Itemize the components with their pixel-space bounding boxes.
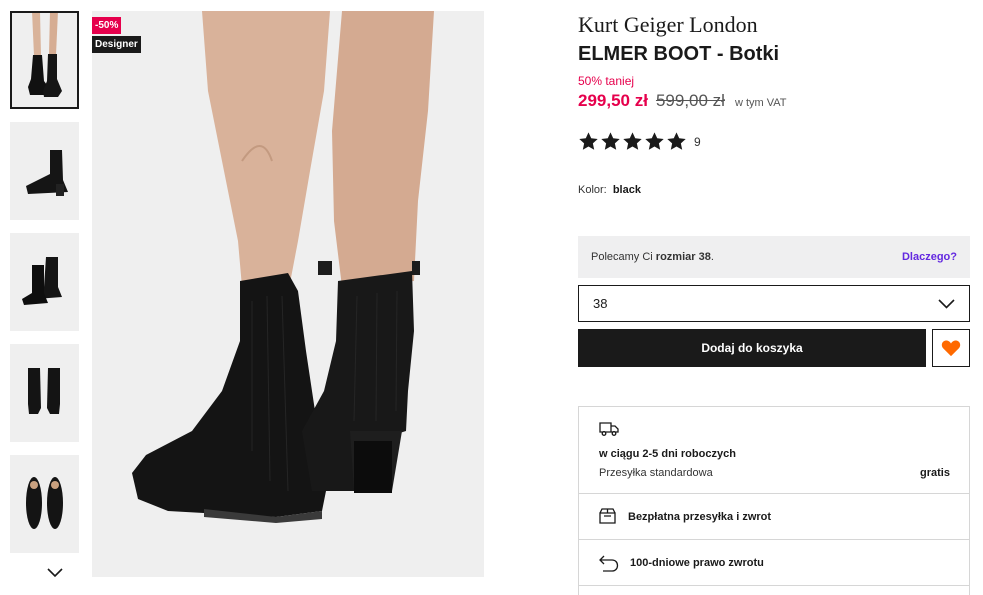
main-product-image[interactable] [92, 11, 484, 577]
size-recommendation: Polecamy Ci rozmiar 38. Dlaczego? [578, 236, 970, 278]
recommendation-text: Polecamy Ci rozmiar 38. [591, 251, 714, 263]
recommendation-prefix: Polecamy Ci [591, 251, 656, 263]
recommended-size: rozmiar 38 [655, 251, 711, 263]
thumbnail-4[interactable] [10, 344, 79, 442]
wishlist-button[interactable] [932, 329, 970, 367]
current-price: 299,50 zł [578, 91, 648, 110]
thumbnail-2[interactable] [10, 122, 79, 220]
why-link[interactable]: Dlaczego? [902, 251, 957, 263]
heart-icon [941, 340, 961, 357]
delivery-type: Przesyłka standardowa [599, 467, 713, 479]
delivery-block: w ciągu 2-5 dni roboczych Przesyłka stan… [579, 407, 969, 494]
product-title: ELMER BOOT - Botki [578, 43, 780, 65]
thumbnails-next-button[interactable] [38, 556, 72, 590]
chevron-down-icon [47, 568, 63, 578]
brand-name[interactable]: Kurt Geiger London [578, 12, 758, 38]
thumbnail-1[interactable] [10, 11, 79, 109]
recommendation-suffix: . [710, 251, 714, 263]
selected-size: 38 [593, 296, 608, 311]
discount-badge: -50% [92, 17, 122, 34]
free-shipping-text: Bezpłatna przesyłka i zwrot [628, 510, 772, 523]
designer-badge: Designer [92, 36, 141, 53]
star-icon [645, 132, 664, 150]
thumbnail-5[interactable] [10, 455, 79, 553]
original-price: 599,00 zł [655, 91, 725, 110]
color-info: Kolor: black [578, 184, 641, 196]
thumbnail-3[interactable] [10, 233, 79, 331]
color-value: black [612, 184, 641, 196]
thumbnail-gallery [10, 11, 80, 595]
returns-text: 100-dniowe prawo zwrotu [630, 556, 764, 569]
delivery-price: gratis [920, 467, 950, 479]
return-arrow-icon [599, 555, 619, 572]
package-icon [599, 508, 616, 524]
discount-label: 50% taniej [578, 74, 635, 88]
truck-icon [599, 422, 619, 436]
star-icon [667, 132, 686, 150]
vat-note: w tym VAT [734, 97, 787, 109]
rating-count: 9 [694, 134, 701, 149]
star-icon [579, 132, 598, 150]
price-row: 299,50 zł 599,00 zł w tym VAT [578, 91, 787, 111]
returns-row[interactable]: 100-dniowe prawo zwrotu [579, 540, 969, 586]
rating[interactable]: 9 [578, 131, 701, 152]
size-select[interactable]: 38 [578, 285, 970, 322]
delivery-time: w ciągu 2-5 dni roboczych [599, 448, 736, 460]
chevron-down-icon [938, 298, 955, 309]
product-badges: -50% Designer [92, 17, 141, 53]
star-icon [623, 132, 642, 150]
free-shipping-row[interactable]: Bezpłatna przesyłka i zwrot [579, 494, 969, 540]
add-to-cart-button[interactable]: Dodaj do koszyka [578, 329, 926, 367]
shipping-info: w ciągu 2-5 dni roboczych Przesyłka stan… [578, 406, 970, 595]
star-icon [601, 132, 620, 150]
color-label: Kolor: [578, 184, 607, 196]
